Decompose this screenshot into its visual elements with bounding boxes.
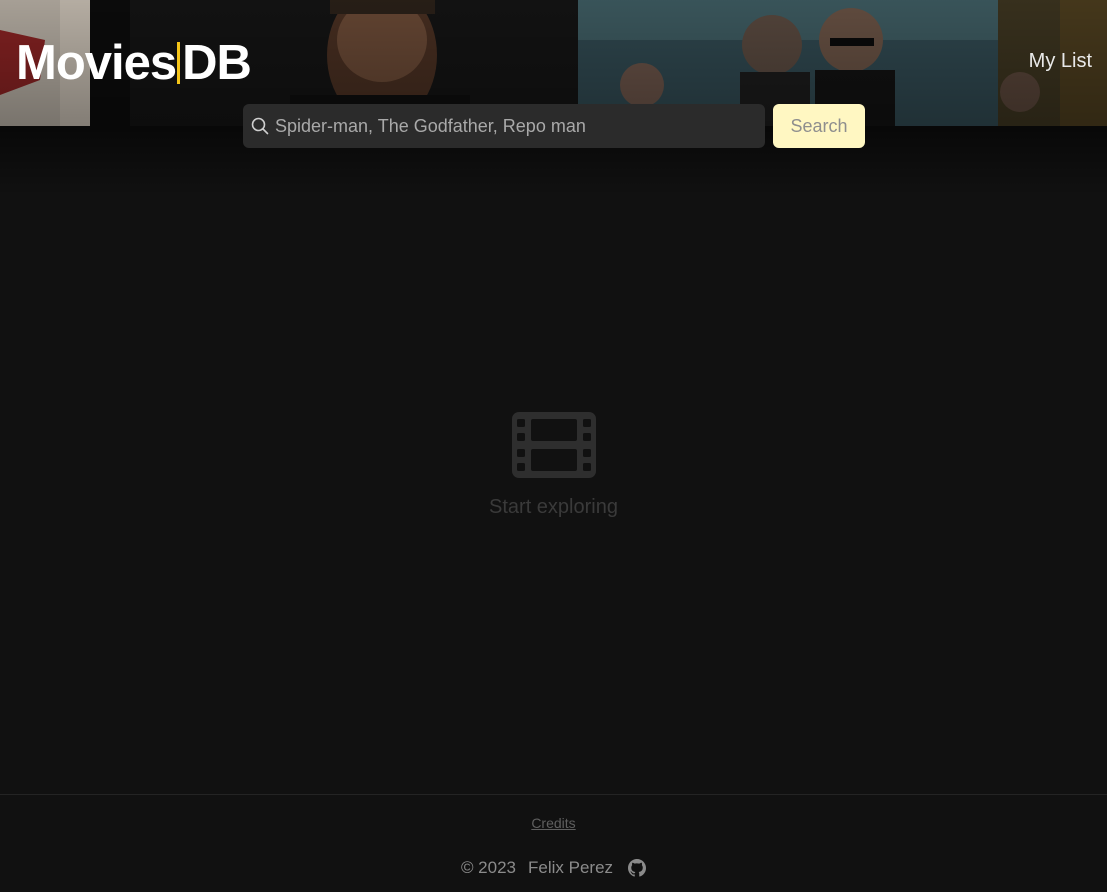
- footer: Credits © 2023 Felix Perez: [0, 794, 1107, 892]
- credits-row: Credits: [0, 815, 1107, 831]
- search-bar: [243, 104, 765, 148]
- footer-copyright-row: © 2023 Felix Perez: [0, 858, 1107, 878]
- author-name: Felix Perez: [528, 858, 614, 877]
- nav-my-list-link[interactable]: My List: [1029, 50, 1092, 73]
- logo-text-db: DB: [182, 36, 252, 90]
- search-button[interactable]: Search: [773, 104, 865, 148]
- github-icon[interactable]: [628, 859, 647, 877]
- copyright-text: © 2023: [460, 858, 517, 877]
- search-icon: [251, 117, 269, 135]
- search-input[interactable]: [275, 104, 755, 148]
- empty-state: Start exploring: [0, 412, 1107, 519]
- site-logo[interactable]: Movies DB: [16, 36, 252, 90]
- logo-caret: [177, 42, 181, 84]
- logo-text-movies: Movies: [16, 36, 177, 90]
- credits-link[interactable]: Credits: [531, 815, 575, 831]
- empty-state-label: Start exploring: [489, 496, 618, 518]
- film-icon: [511, 412, 596, 478]
